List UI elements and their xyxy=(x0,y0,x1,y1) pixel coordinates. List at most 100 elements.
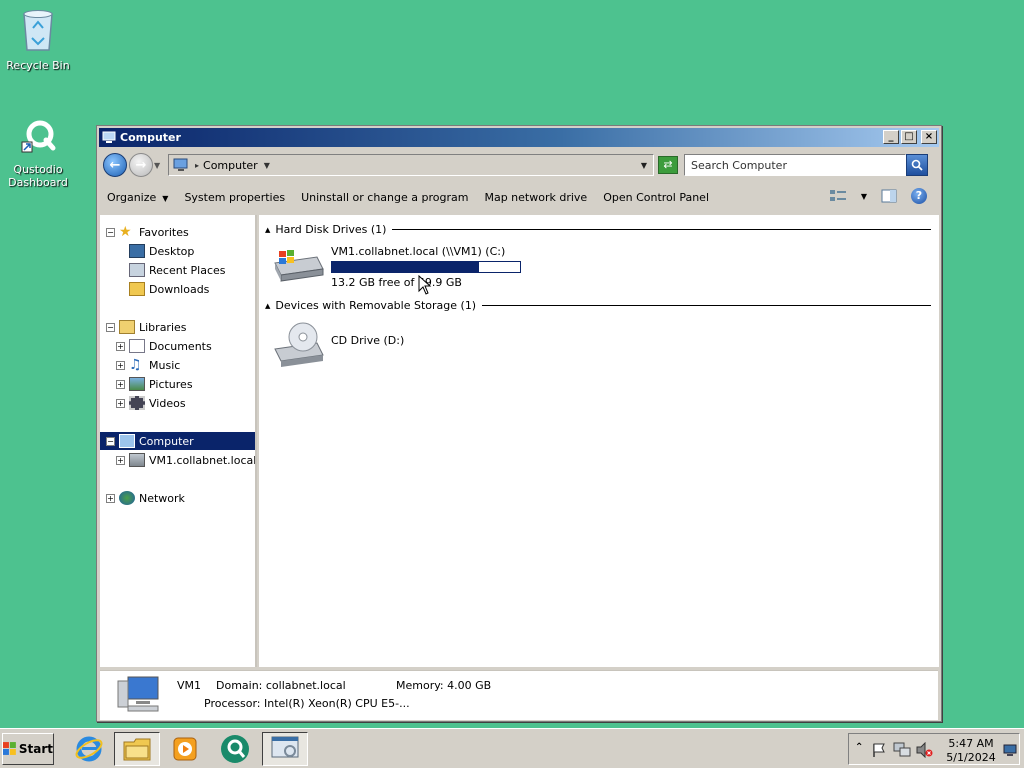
expand-icon[interactable]: + xyxy=(116,341,125,351)
collapse-triangle-icon[interactable]: ▲ xyxy=(265,226,270,234)
help-icon[interactable]: ? xyxy=(911,188,927,204)
nav-music[interactable]: + ♫ Music xyxy=(116,356,180,374)
uninstall-program-button[interactable]: Uninstall or change a program xyxy=(293,191,476,204)
expand-icon[interactable]: + xyxy=(116,360,125,370)
chevron-right-icon[interactable]: ▸ xyxy=(195,161,199,170)
processor-info: Processor: Intel(R) Xeon(R) CPU E5-... xyxy=(204,697,410,710)
media-player-icon xyxy=(173,737,197,761)
nav-vm1-drive[interactable]: + VM1.collabnet.local (\\ xyxy=(116,451,255,469)
nav-recent-places[interactable]: Recent Places xyxy=(129,261,226,279)
forward-arrow-icon: → xyxy=(135,157,147,173)
collapse-triangle-icon[interactable]: ▲ xyxy=(265,302,270,310)
collapse-icon[interactable]: − xyxy=(106,436,115,446)
show-desktop-icon[interactable] xyxy=(1003,744,1017,756)
expand-icon[interactable]: + xyxy=(116,455,125,465)
maximize-button[interactable]: □ xyxy=(901,130,917,144)
videos-icon xyxy=(129,396,145,410)
file-explorer-icon xyxy=(123,738,151,761)
nav-documents[interactable]: + Documents xyxy=(116,337,212,355)
qustodio-shortcut[interactable]: Qustodio Dashboard xyxy=(0,118,76,189)
nav-music-label: Music xyxy=(149,358,181,372)
change-view-icon[interactable] xyxy=(829,189,847,203)
clock-time: 5:47 AM xyxy=(948,737,994,750)
search-button[interactable] xyxy=(906,154,928,176)
collapse-icon[interactable]: − xyxy=(106,322,115,332)
pictures-icon xyxy=(129,377,145,391)
expand-icon[interactable]: + xyxy=(116,379,125,389)
network-icon xyxy=(119,491,135,505)
drive-c[interactable]: VM1.collabnet.local (\\VM1) (C:) 13.2 GB… xyxy=(273,245,521,289)
show-hidden-icons-button[interactable]: ⌃ xyxy=(855,742,863,753)
chevron-down-icon[interactable]: ▼ xyxy=(264,161,270,170)
nav-computer[interactable]: − Computer xyxy=(100,432,255,450)
taskbar-remote-desktop[interactable] xyxy=(262,732,308,766)
drive-c-usage-bar xyxy=(331,261,521,273)
address-dropdown-icon[interactable]: ▼ xyxy=(641,161,647,170)
clock[interactable]: 5:47 AM 5/1/2024 xyxy=(943,737,999,765)
group-header-hard-disk-drives[interactable]: ▲ Hard Disk Drives (1) xyxy=(265,223,931,236)
nav-downloads[interactable]: Downloads xyxy=(129,280,209,298)
clock-date: 5/1/2024 xyxy=(946,751,996,764)
nav-network[interactable]: + Network xyxy=(106,489,185,507)
group-header-removable-storage[interactable]: ▲ Devices with Removable Storage (1) xyxy=(265,299,931,312)
address-text[interactable]: Computer xyxy=(203,159,258,172)
recycle-bin-label: Recycle Bin xyxy=(6,59,70,72)
qustodio-label: Qustodio Dashboard xyxy=(8,163,68,189)
nav-network-label: Network xyxy=(139,491,185,505)
domain-info: Domain: collabnet.local xyxy=(216,679,346,692)
nav-favorites[interactable]: − ★ Favorites xyxy=(106,223,189,241)
taskbar-file-explorer[interactable] xyxy=(114,732,160,766)
expand-icon[interactable]: + xyxy=(116,398,125,408)
taskbar-media-player[interactable] xyxy=(162,732,208,766)
forward-button[interactable]: → xyxy=(129,153,153,177)
title-bar[interactable]: Computer _ □ × xyxy=(99,128,939,147)
computer-icon xyxy=(119,434,135,448)
refresh-button[interactable]: ⇄ xyxy=(658,156,678,174)
address-bar[interactable]: ▸ Computer ▼ ▼ xyxy=(168,154,654,176)
expand-icon[interactable]: + xyxy=(106,493,115,503)
nav-videos[interactable]: + Videos xyxy=(116,394,186,412)
nav-videos-label: Videos xyxy=(149,396,186,410)
close-button[interactable]: × xyxy=(921,130,937,144)
preview-pane-icon[interactable] xyxy=(881,189,897,203)
group-divider xyxy=(392,229,931,230)
nav-pictures-label: Pictures xyxy=(149,377,193,391)
back-arrow-icon: ← xyxy=(109,157,121,173)
internet-explorer-icon xyxy=(75,736,103,762)
nav-downloads-label: Downloads xyxy=(149,282,210,296)
music-icon: ♫ xyxy=(129,357,142,373)
nav-computer-label: Computer xyxy=(139,434,194,448)
qustodio-icon xyxy=(221,735,249,763)
collapse-icon[interactable]: − xyxy=(106,227,115,237)
navigation-pane: − ★ Favorites Desktop Recent Places Down… xyxy=(100,215,257,667)
taskbar-internet-explorer[interactable] xyxy=(66,732,112,766)
volume-muted-icon[interactable] xyxy=(915,742,933,758)
organize-button[interactable]: Organize ▼ xyxy=(99,191,176,204)
documents-icon xyxy=(129,339,145,353)
star-icon: ★ xyxy=(119,224,132,240)
nav-pictures[interactable]: + Pictures xyxy=(116,375,193,393)
action-center-flag-icon[interactable] xyxy=(871,742,887,758)
start-label: Start xyxy=(18,742,53,756)
minimize-button[interactable]: _ xyxy=(883,130,899,144)
nav-desktop[interactable]: Desktop xyxy=(129,242,194,260)
system-properties-button[interactable]: System properties xyxy=(176,191,293,204)
refresh-icon: ⇄ xyxy=(663,158,673,171)
view-options-dropdown[interactable]: ▼ xyxy=(861,192,867,201)
nav-documents-label: Documents xyxy=(149,339,212,353)
recycle-bin-shortcut[interactable]: Recycle Bin xyxy=(0,6,76,72)
network-tray-icon[interactable] xyxy=(893,742,911,758)
drive-d[interactable]: CD Drive (D:) xyxy=(273,321,404,367)
map-network-drive-button[interactable]: Map network drive xyxy=(476,191,595,204)
back-button[interactable]: ← xyxy=(103,153,127,177)
search-input[interactable]: Search Computer xyxy=(684,154,906,176)
recent-pages-dropdown[interactable]: ▼ xyxy=(154,161,164,170)
qustodio-icon xyxy=(21,120,56,153)
group-hard-disk-drives-label: Hard Disk Drives (1) xyxy=(275,223,387,236)
nav-libraries[interactable]: − Libraries xyxy=(106,318,187,336)
chevron-down-icon: ▼ xyxy=(162,193,169,203)
start-button[interactable]: Start xyxy=(2,733,54,765)
open-control-panel-button[interactable]: Open Control Panel xyxy=(595,191,717,204)
desktop-icon xyxy=(129,244,145,258)
taskbar-qustodio[interactable] xyxy=(212,732,258,766)
